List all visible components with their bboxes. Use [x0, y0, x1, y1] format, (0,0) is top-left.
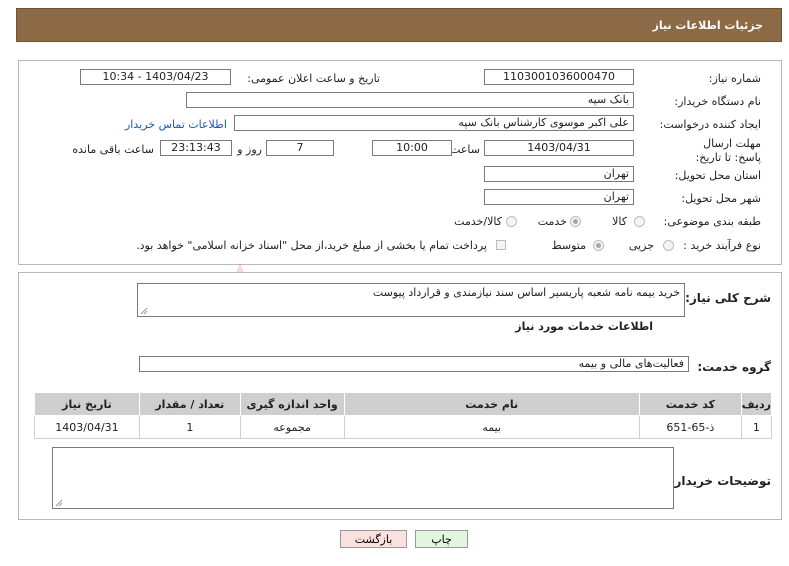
deadline-date-field[interactable]: 1403/04/31 [484, 140, 634, 156]
service-group-label: گروه خدمت: [697, 360, 771, 374]
services-table: ردیف کد خدمت نام خدمت واحد اندازه گیری ت… [34, 392, 773, 439]
buyer-contact-link[interactable]: اطلاعات تماس خریدار [125, 118, 227, 131]
days-field[interactable]: 7 [266, 140, 334, 156]
buyer-notes-label: توضیحات خریدار: [669, 474, 771, 488]
col-header-unit: واحد اندازه گیری [239, 392, 345, 416]
resize-grip-icon[interactable] [55, 499, 63, 507]
cell-need-date: 1403/04/31 [34, 415, 140, 439]
description-text: خرید بیمه نامه شعبه پاریسیر اساس سند نیا… [372, 286, 680, 299]
process-option-minor: جزیی [628, 239, 654, 252]
city-label: شهر محل تحویل: [681, 192, 761, 205]
resize-grip-icon[interactable] [140, 307, 148, 315]
col-header-quantity: تعداد / مقدار [138, 392, 241, 416]
need-number-field[interactable]: 1103001036000470 [484, 69, 634, 85]
days-label: روز و [237, 143, 262, 156]
category-radio-service[interactable] [570, 216, 581, 227]
need-info-panel [18, 60, 782, 265]
process-radio-medium[interactable] [593, 240, 604, 251]
page-title: جزئیات اطلاعات نیاز [652, 19, 764, 32]
remaining-time-field[interactable]: 23:13:43 [160, 140, 232, 156]
col-header-service-name: نام خدمت [343, 392, 640, 416]
category-label: طبقه بندی موضوعی: [663, 215, 761, 228]
category-option-goods-service: کالا/خدمت [454, 215, 502, 228]
deadline-time-label: ساعت [450, 143, 480, 156]
need-number-label: شماره نیاز: [708, 72, 761, 85]
remaining-label: ساعت باقی مانده [72, 143, 154, 156]
buyer-org-field[interactable]: بانک سپه [186, 92, 634, 108]
deadline-time-field[interactable]: 10:00 [372, 140, 452, 156]
province-field[interactable]: تهران [484, 166, 634, 182]
cell-row-number: 1 [740, 415, 773, 439]
description-label: شرح کلی نیاز: [685, 291, 771, 305]
services-section-title: اطلاعات خدمات مورد نیاز [515, 320, 653, 333]
col-header-need-date: تاریخ نیاز [34, 392, 140, 416]
category-option-goods: کالا [612, 215, 627, 228]
table-row: 1 ذ-65-651 بیمه مجموعه 1 1403/04/31 [34, 415, 773, 439]
deadline-label: مهلت ارسال پاسخ: تا تاریخ: [695, 137, 761, 164]
service-group-field[interactable]: فعالیت‌های مالی و بیمه [139, 356, 689, 372]
process-radio-minor[interactable] [663, 240, 674, 251]
cell-service-code: ذ-65-651 [638, 415, 742, 439]
process-option-medium: متوسط [551, 239, 586, 252]
treasury-payment-checkbox[interactable] [496, 240, 506, 250]
buyer-org-label: نام دستگاه خریدار: [674, 95, 761, 108]
creator-label: ایجاد کننده درخواست: [659, 118, 761, 131]
table-header-row: ردیف کد خدمت نام خدمت واحد اندازه گیری ت… [34, 392, 773, 416]
city-field[interactable]: تهران [484, 189, 634, 205]
page-header: جزئیات اطلاعات نیاز [16, 8, 782, 42]
col-header-service-code: کد خدمت [638, 392, 742, 416]
announce-label: تاریخ و ساعت اعلان عمومی: [247, 72, 380, 85]
announce-field[interactable]: 1403/04/23 - 10:34 [80, 69, 231, 85]
category-radio-goods-service[interactable] [506, 216, 517, 227]
cell-quantity: 1 [138, 415, 241, 439]
cell-service-name: بیمه [343, 415, 640, 439]
buyer-notes-textarea[interactable] [52, 447, 674, 509]
col-header-row-number: ردیف [740, 392, 773, 416]
process-label: نوع فرآیند خرید : [683, 239, 761, 252]
creator-field[interactable]: علی اکبر موسوی کارشناس بانک سپه [234, 115, 634, 131]
description-textarea[interactable]: خرید بیمه نامه شعبه پاریسیر اساس سند نیا… [137, 283, 685, 317]
category-radio-goods[interactable] [634, 216, 645, 227]
cell-unit: مجموعه [239, 415, 345, 439]
print-button[interactable]: چاپ [415, 530, 468, 548]
back-button[interactable]: بازگشت [340, 530, 407, 548]
treasury-payment-note: پرداخت تمام یا بخشی از مبلغ خرید،از محل … [136, 239, 487, 252]
category-option-service: خدمت [537, 215, 567, 228]
province-label: استان محل تحویل: [674, 169, 761, 182]
